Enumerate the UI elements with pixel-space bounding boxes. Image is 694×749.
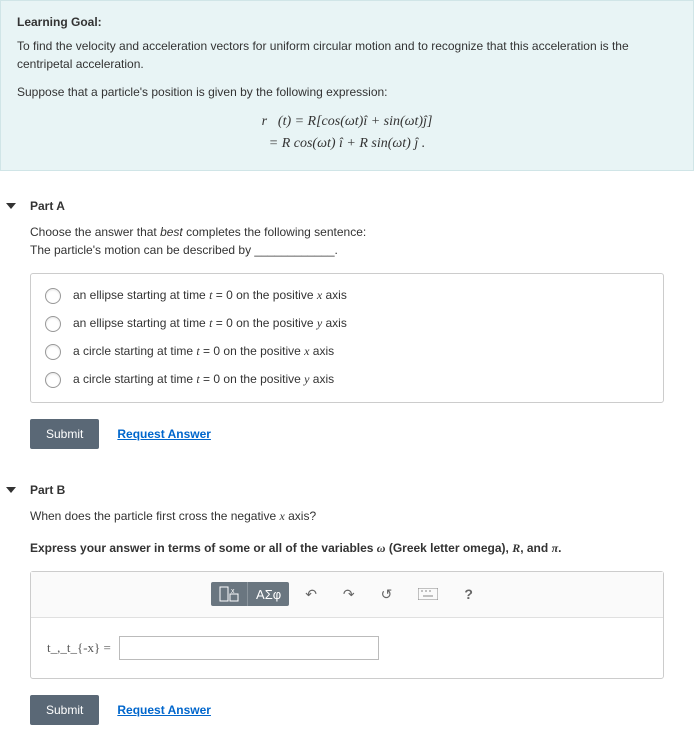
learning-goal-box: Learning Goal: To find the velocity and … <box>0 0 694 171</box>
radio-icon[interactable] <box>45 344 61 360</box>
redo-icon[interactable]: ↷ <box>333 582 365 607</box>
keyboard-svg-icon <box>418 588 438 600</box>
template-icon: x <box>219 586 239 602</box>
goal-suppose: Suppose that a particle's position is gi… <box>17 83 677 101</box>
request-answer-link[interactable]: Request Answer <box>117 427 211 441</box>
greek-tool-button[interactable]: ΑΣφ <box>248 582 289 606</box>
submit-button[interactable]: Submit <box>30 419 99 449</box>
part-b-actions: Submit Request Answer <box>30 695 664 725</box>
option-4-text: a circle starting at time t = 0 on the p… <box>73 372 334 387</box>
answer-label: t_,_t_{-x} = <box>47 640 111 656</box>
answer-input[interactable] <box>119 636 379 660</box>
reset-icon[interactable]: ↺ <box>371 582 403 607</box>
options-container: an ellipse starting at time t = 0 on the… <box>30 273 664 403</box>
template-tool-button[interactable]: x <box>211 582 248 606</box>
position-formula: r⃗(t) = R[cos(ωt)î + sin(ωt)ĵ] = R cos(ω… <box>17 111 677 156</box>
goal-title: Learning Goal: <box>17 15 677 29</box>
part-a-actions: Submit Request Answer <box>30 419 664 449</box>
answer-input-row: t_,_t_{-x} = <box>31 618 663 678</box>
radio-icon[interactable] <box>45 372 61 388</box>
part-b-title: Part B <box>30 483 65 497</box>
undo-icon[interactable]: ↶ <box>295 582 327 607</box>
part-b-instruction: Express your answer in terms of some or … <box>30 539 664 557</box>
option-1[interactable]: an ellipse starting at time t = 0 on the… <box>45 288 649 304</box>
option-1-text: an ellipse starting at time t = 0 on the… <box>73 288 347 303</box>
keyboard-icon[interactable] <box>408 584 448 604</box>
answer-box: x ΑΣφ ↶ ↷ ↺ ? t_,_t_{-x} = <box>30 571 664 679</box>
radio-icon[interactable] <box>45 316 61 332</box>
part-b-prompt: When does the particle first cross the n… <box>30 507 664 525</box>
part-b-body: When does the particle first cross the n… <box>0 507 694 749</box>
part-a-body: Choose the answer that best completes th… <box>0 223 694 473</box>
option-3-text: a circle starting at time t = 0 on the p… <box>73 344 334 359</box>
part-b-header[interactable]: Part B <box>0 473 694 507</box>
part-a-title: Part A <box>30 199 65 213</box>
collapse-caret-icon <box>6 487 16 493</box>
request-answer-link[interactable]: Request Answer <box>117 703 211 717</box>
part-a-header[interactable]: Part A <box>0 189 694 223</box>
help-icon[interactable]: ? <box>454 582 483 606</box>
option-2[interactable]: an ellipse starting at time t = 0 on the… <box>45 316 649 332</box>
option-4[interactable]: a circle starting at time t = 0 on the p… <box>45 372 649 388</box>
part-a-prompt: Choose the answer that best completes th… <box>30 223 664 259</box>
collapse-caret-icon <box>6 203 16 209</box>
radio-icon[interactable] <box>45 288 61 304</box>
tool-group: x ΑΣφ <box>211 582 289 606</box>
submit-button[interactable]: Submit <box>30 695 99 725</box>
option-2-text: an ellipse starting at time t = 0 on the… <box>73 316 347 331</box>
goal-description: To find the velocity and acceleration ve… <box>17 37 677 73</box>
equation-toolbar: x ΑΣφ ↶ ↷ ↺ ? <box>31 572 663 618</box>
option-3[interactable]: a circle starting at time t = 0 on the p… <box>45 344 649 360</box>
